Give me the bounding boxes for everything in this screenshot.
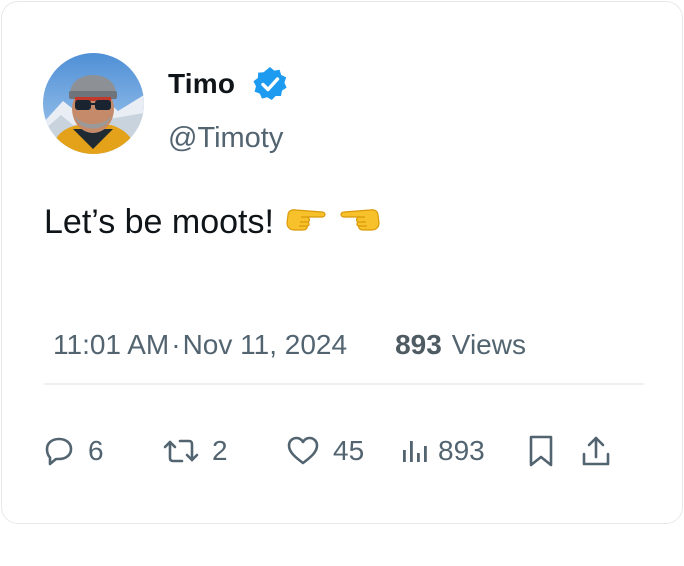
pointing-right-emoji-icon	[284, 203, 328, 242]
views-count: 893	[395, 329, 442, 360]
reply-count: 6	[88, 435, 104, 466]
avatar[interactable]	[43, 53, 144, 154]
tweet-meta: 11:01 AM · Nov 11, 2024 893 Views	[53, 325, 526, 365]
pointing-left-emoji-icon	[338, 203, 382, 242]
meta-separator: ·	[171, 329, 181, 360]
display-name[interactable]: Timo	[168, 68, 235, 100]
tweet-text: Let’s be moots!	[44, 199, 382, 245]
tweet-time[interactable]: 11:01 AM	[53, 329, 169, 361]
retweet-button[interactable]: 2	[162, 430, 228, 472]
name-row: Timo	[168, 64, 289, 104]
like-count: 45	[333, 435, 365, 466]
like-button[interactable]: 45	[285, 430, 364, 472]
divider	[44, 383, 644, 385]
retweet-count: 2	[212, 435, 228, 466]
tweet-text-content: Let’s be moots!	[44, 202, 274, 241]
share-button[interactable]	[580, 430, 612, 472]
tweet-date[interactable]: Nov 11, 2024	[183, 329, 348, 361]
views-label: Views	[451, 329, 526, 360]
tweet-card: Timo @Timoty Let’s be moots! 11:01 AM · …	[1, 1, 683, 524]
action-bar: 6 2 45 893	[42, 430, 642, 472]
reply-button[interactable]: 6	[42, 430, 104, 472]
bar-chart-icon	[403, 441, 427, 462]
bookmark-icon	[529, 435, 553, 467]
share-icon	[582, 436, 610, 466]
bookmark-button[interactable]	[526, 430, 556, 472]
user-handle[interactable]: @Timoty	[168, 122, 283, 155]
retweet-icon	[163, 439, 199, 463]
views-action-count: 893	[438, 435, 485, 466]
reply-icon	[45, 437, 73, 466]
verified-badge-icon	[251, 65, 289, 103]
views-button[interactable]: 893	[400, 430, 485, 472]
heart-icon	[287, 436, 319, 465]
